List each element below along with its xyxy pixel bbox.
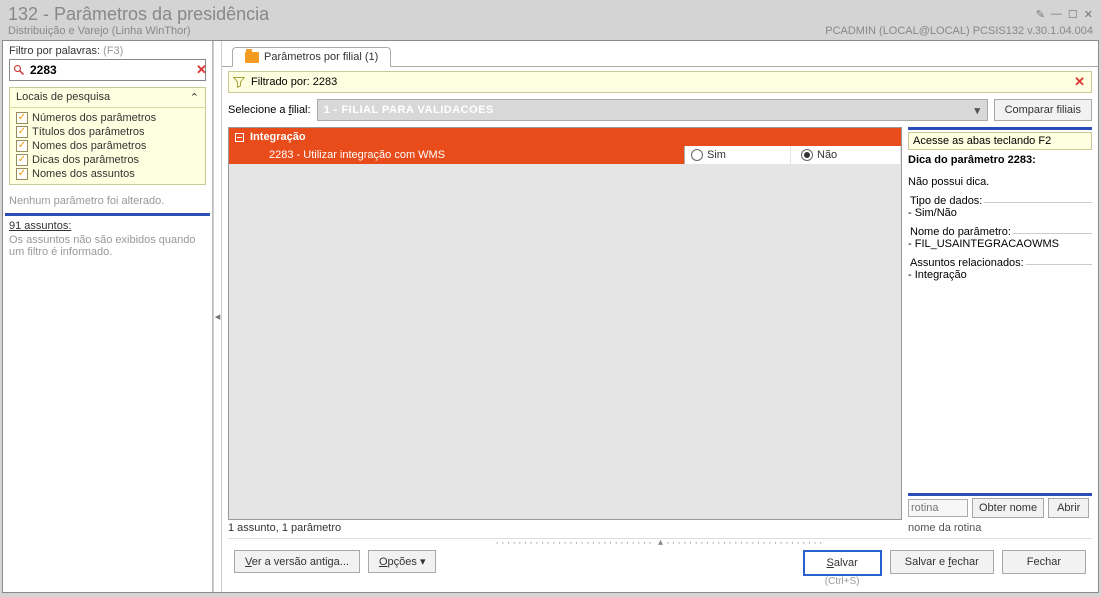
rotina-caption: nome da rotina [908,522,1092,534]
main-frame: Filtro por palavras: (F3) ✕ Locais de pe… [2,40,1099,593]
param-label: 2283 - Utilizar integração com WMS [229,149,684,161]
window-title: 132 - Parâmetros da presidência [8,4,269,25]
filter-bar: Filtrado por: 2283 ✕ [228,71,1092,93]
info-pane: Acesse as abas teclando F2 Dica do parâm… [908,127,1092,534]
salvar-button[interactable]: Salvar [803,550,882,576]
salvar-shortcut: (Ctrl+S) [825,576,860,587]
horizontal-splitter[interactable]: ▴ [228,538,1092,546]
subtitle-right: PCADMIN (LOCAL@LOCAL) PCSIS132 v.30.1.04… [825,25,1093,37]
chk-numeros[interactable]: ✓Números dos parâmetros [12,111,203,125]
nome-value: - FIL_USAINTEGRACAOWMS [908,238,1092,250]
tab-bar: Parâmetros por filial (1) [222,41,1098,67]
search-locations-box: Locais de pesquisa ⌃ ✓Números dos parâme… [9,87,206,185]
chk-nomes-param[interactable]: ✓Nomes dos parâmetros [12,139,203,153]
hint-title: Dica do parâmetro 2283: [908,154,1092,166]
versao-antiga-button[interactable]: Ver a versão antiga... [234,550,360,573]
param-row[interactable]: 2283 - Utilizar integração com WMS Sim N… [229,146,901,164]
nome-legend: Nome do parâmetro: [908,226,1013,238]
search-input[interactable] [28,63,192,77]
vertical-splitter[interactable]: ◂ [213,41,222,592]
edit-icon[interactable]: ✎ [1036,8,1045,21]
left-panel: Filtro por palavras: (F3) ✕ Locais de pe… [3,41,213,592]
search-icon [13,64,25,76]
rotina-input[interactable] [908,499,968,517]
subtitle-left: Distribuição e Varejo (Linha WinThor) [8,25,191,37]
minimize-icon[interactable]: — [1051,8,1062,21]
tipo-value: - Sim/Não [908,207,1092,219]
chk-titulos[interactable]: ✓Títulos dos parâmetros [12,125,203,139]
chk-dicas[interactable]: ✓Dicas dos parâmetros [12,153,203,167]
radio-sim[interactable]: Sim [685,146,791,164]
right-panel: Parâmetros por filial (1) Filtrado por: … [222,41,1098,592]
salvar-fechar-button[interactable]: Salvar e fechar [890,550,994,574]
footer: Ver a versão antiga... Opções ▾ Salvar (… [228,546,1092,586]
status-message: Nenhum parâmetro foi alterado. [3,189,212,213]
close-icon[interactable]: ✕ [1084,8,1093,21]
subjects-header: 91 assuntos: [3,216,212,234]
collapse-group-icon[interactable] [235,133,244,142]
assuntos-legend: Assuntos relacionados: [908,257,1026,269]
compare-filiais-button[interactable]: Comparar filiais [994,99,1092,121]
tipo-legend: Tipo de dados: [908,195,984,207]
f2-hint: Acesse as abas teclando F2 [908,132,1092,150]
filial-label: Selecione a filial: [228,104,311,116]
filtered-by-value: 2283 [313,76,337,88]
subjects-info: Os assuntos não são exibidos quando um f… [3,234,212,258]
assuntos-value: - Integração [908,269,1092,281]
radio-nao[interactable]: Não [795,146,901,164]
obter-nome-button[interactable]: Obter nome [972,498,1044,518]
filtered-by-label: Filtrado por: [251,76,310,88]
filter-label: Filtro por palavras: (F3) [9,45,206,57]
abrir-button[interactable]: Abrir [1048,498,1089,518]
group-header[interactable]: Integração [229,128,901,146]
collapse-icon[interactable]: ⌃ [190,91,199,104]
maximize-icon[interactable]: ☐ [1068,8,1078,21]
funnel-icon [233,76,245,88]
search-input-wrapper: ✕ [9,59,206,81]
tab-label: Parâmetros por filial (1) [264,51,378,63]
opcoes-button[interactable]: Opções ▾ [368,550,437,573]
folder-icon [245,52,259,63]
parameters-grid: Integração 2283 - Utilizar integração co… [228,127,902,520]
group-title: Integração [250,131,306,143]
filial-dropdown[interactable]: 1 - FILIAL PARA VALIDACOES ▾ [317,99,988,121]
hint-text: Não possui dica. [908,176,1092,188]
clear-filter-icon[interactable]: ✕ [1068,74,1091,90]
chevron-down-icon: ▾ [975,104,981,117]
locais-header: Locais de pesquisa [16,91,110,104]
titlebar: 132 - Parâmetros da presidência ✎ — ☐ ✕ … [0,0,1101,40]
fechar-button[interactable]: Fechar [1002,550,1086,574]
chk-nomes-assuntos[interactable]: ✓Nomes dos assuntos [12,167,203,181]
grid-summary: 1 assunto, 1 parâmetro [228,522,902,534]
clear-search-icon[interactable]: ✕ [192,62,211,78]
tab-parametros-filial[interactable]: Parâmetros por filial (1) [232,47,391,67]
